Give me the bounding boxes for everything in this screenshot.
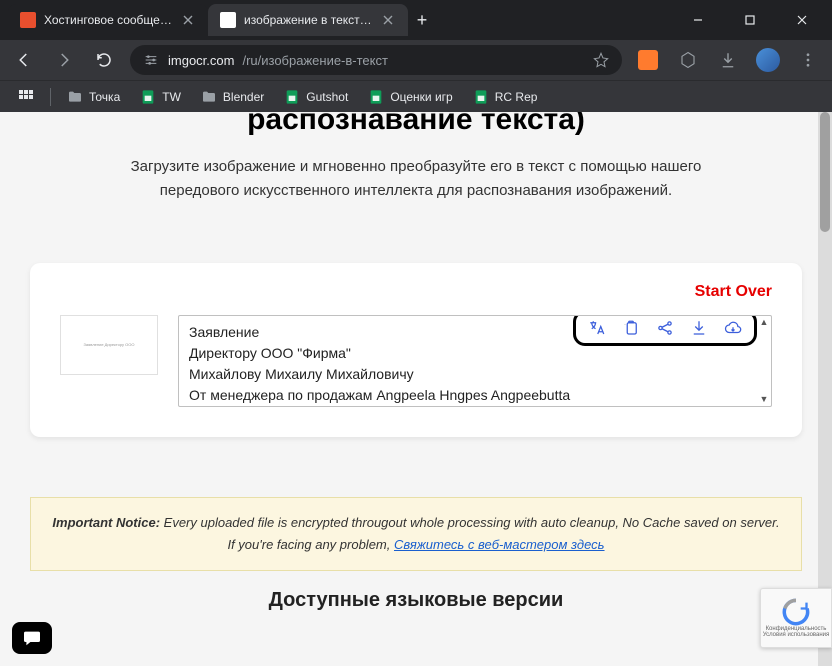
tab-favicon bbox=[20, 12, 36, 28]
apps-button[interactable] bbox=[10, 85, 42, 109]
start-over-button[interactable]: Start Over bbox=[695, 283, 772, 300]
tab-title: изображение в текст (100% тс bbox=[244, 13, 372, 27]
maximize-button[interactable] bbox=[728, 5, 772, 35]
separator bbox=[50, 88, 51, 106]
site-settings-icon[interactable] bbox=[142, 51, 160, 69]
share-icon[interactable] bbox=[650, 315, 680, 343]
textarea-scrollbar[interactable]: ▲ ▼ bbox=[757, 316, 771, 406]
uploaded-thumbnail[interactable]: Заявление Директору ООО bbox=[60, 315, 158, 375]
bookmark-label: Gutshot bbox=[306, 90, 348, 104]
scroll-up-icon[interactable]: ▲ bbox=[760, 316, 769, 330]
scrollbar-thumb[interactable] bbox=[820, 112, 830, 232]
cloud-download-icon[interactable] bbox=[718, 315, 748, 343]
url-host: imgocr.com bbox=[168, 53, 234, 68]
bookmark-label: Оценки игр bbox=[390, 90, 452, 104]
back-button[interactable] bbox=[10, 46, 38, 74]
sheets-icon bbox=[473, 89, 489, 105]
reload-button[interactable] bbox=[90, 46, 118, 74]
sheets-icon bbox=[140, 89, 156, 105]
forward-button[interactable] bbox=[50, 46, 78, 74]
result-textarea[interactable]: Заявление Директору ООО "Фирма" Михайлов… bbox=[178, 315, 772, 407]
window-controls bbox=[676, 5, 824, 35]
notice-body: Every uploaded file is encrypted througo… bbox=[164, 515, 780, 530]
copy-icon[interactable] bbox=[616, 315, 646, 343]
tab-2[interactable]: изображение в текст (100% тс bbox=[208, 4, 408, 36]
page-scrollbar[interactable] bbox=[818, 112, 832, 666]
recaptcha-badge[interactable]: Конфиденциальность Условия использования bbox=[760, 588, 832, 648]
bookmark-tochka[interactable]: Точка bbox=[59, 85, 128, 109]
extensions-icon[interactable] bbox=[674, 46, 702, 74]
sheets-icon bbox=[368, 89, 384, 105]
important-notice: Important Notice: Every uploaded file is… bbox=[30, 497, 802, 571]
recaptcha-icon bbox=[782, 598, 810, 626]
tab-title: Хостинговое сообщество «Tir bbox=[44, 13, 172, 27]
notice-label: Important Notice: bbox=[52, 515, 160, 530]
folder-icon bbox=[67, 89, 83, 105]
title-line2: распознавание текста) bbox=[247, 112, 585, 136]
chat-button[interactable] bbox=[12, 622, 52, 654]
folder-icon bbox=[201, 89, 217, 105]
downloads-icon[interactable] bbox=[714, 46, 742, 74]
languages-section-title: Доступные языковые версии bbox=[30, 589, 802, 612]
titlebar: Хостинговое сообщество «Tir изображение … bbox=[0, 0, 832, 40]
bookmark-ocenki[interactable]: Оценки игр bbox=[360, 85, 460, 109]
close-window-button[interactable] bbox=[780, 5, 824, 35]
bookmark-label: Blender bbox=[223, 90, 264, 104]
bookmark-label: RC Rep bbox=[495, 90, 538, 104]
bookmark-label: TW bbox=[162, 90, 181, 104]
scroll-down-icon[interactable]: ▼ bbox=[760, 393, 769, 407]
bookmark-gutshot[interactable]: Gutshot bbox=[276, 85, 356, 109]
result-line: Директору ООО "Фирма" bbox=[189, 343, 761, 364]
sheets-icon bbox=[284, 89, 300, 105]
bookmarks-bar: Точка TW Blender Gutshot Оценки игр RC R… bbox=[0, 80, 832, 112]
notice-line2: If you're facing any problem, bbox=[227, 537, 394, 552]
result-card: Start Over Заявление Директору ООО Заявл… bbox=[30, 263, 802, 437]
bookmark-label: Точка bbox=[89, 90, 120, 104]
download-icon[interactable] bbox=[684, 315, 714, 343]
bookmark-rcrep[interactable]: RC Rep bbox=[465, 85, 546, 109]
url-path: /ru/изображение-в-текст bbox=[242, 53, 387, 68]
page-subtitle: Загрузите изображение и мгновенно преобр… bbox=[30, 155, 802, 203]
card-header: Start Over bbox=[60, 283, 772, 301]
tab-1[interactable]: Хостинговое сообщество «Tir bbox=[8, 4, 208, 36]
contact-webmaster-link[interactable]: Свяжитесь с веб-мастером здесь bbox=[394, 537, 605, 552]
star-icon[interactable] bbox=[592, 51, 610, 69]
bookmark-tw[interactable]: TW bbox=[132, 85, 189, 109]
bookmark-blender[interactable]: Blender bbox=[193, 85, 272, 109]
address-bar: imgocr.com/ru/изображение-в-текст bbox=[0, 40, 832, 80]
recaptcha-text: Условия использования bbox=[763, 632, 830, 638]
url-field[interactable]: imgocr.com/ru/изображение-в-текст bbox=[130, 45, 622, 75]
result-toolbar bbox=[573, 315, 757, 346]
translate-icon[interactable] bbox=[582, 315, 612, 343]
page-title: распознавание текста) bbox=[30, 112, 802, 139]
page-viewport: распознавание текста) Загрузите изображе… bbox=[0, 112, 832, 666]
close-icon[interactable] bbox=[180, 12, 196, 28]
result-line: Михайлову Михаилу Михайловичу bbox=[189, 364, 761, 385]
minimize-button[interactable] bbox=[676, 5, 720, 35]
result-row: Заявление Директору ООО Заявление Директ… bbox=[60, 315, 772, 407]
new-tab-button[interactable]: + bbox=[408, 6, 436, 34]
extension-icon-1[interactable] bbox=[634, 46, 662, 74]
result-line: От менеджера по продажам Angpeela Hngpes… bbox=[189, 385, 761, 406]
menu-icon[interactable] bbox=[794, 46, 822, 74]
tabs-row: Хостинговое сообщество «Tir изображение … bbox=[8, 4, 676, 36]
profile-icon[interactable] bbox=[754, 46, 782, 74]
close-icon[interactable] bbox=[380, 12, 396, 28]
tab-favicon bbox=[220, 12, 236, 28]
